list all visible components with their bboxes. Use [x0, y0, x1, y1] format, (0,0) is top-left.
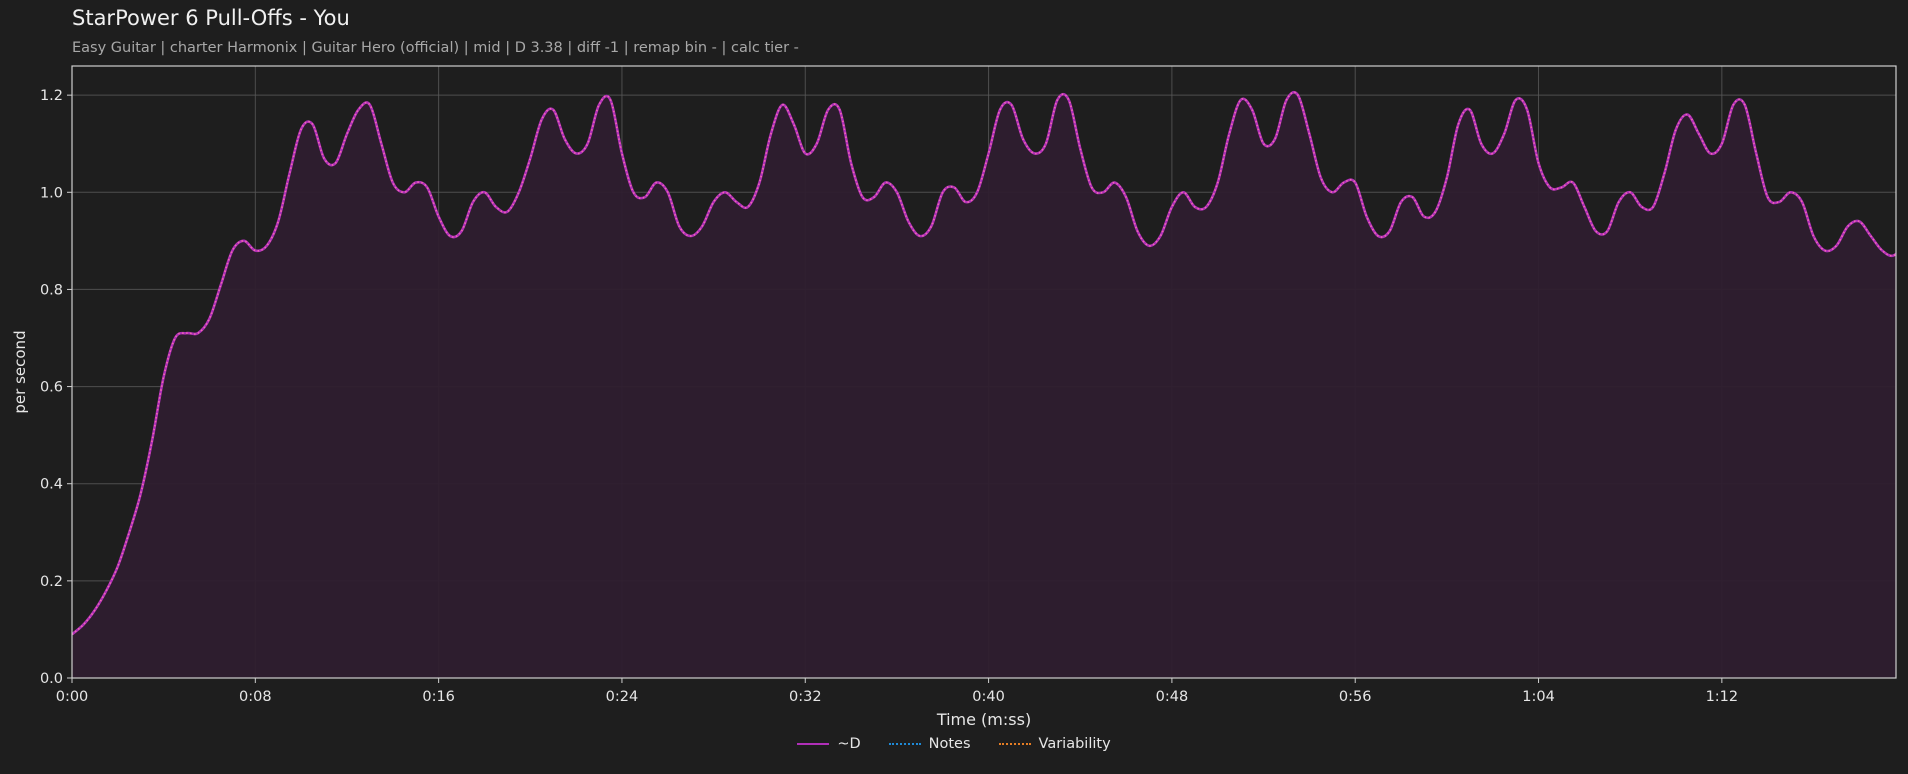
- legend-label-notes: Notes: [928, 736, 971, 752]
- series-d-area: [72, 92, 1896, 678]
- x-tick-label-5: 0:40: [972, 689, 1005, 705]
- x-tick-label-2: 0:16: [422, 689, 455, 705]
- x-tick-label-8: 1:04: [1522, 689, 1555, 705]
- legend: ~D Notes Variability: [0, 736, 1908, 752]
- x-tick-label-4: 0:32: [789, 689, 822, 705]
- legend-item-variability[interactable]: Variability: [998, 736, 1111, 752]
- legend-swatch-d: [797, 743, 830, 745]
- y-tick-label-3: 0.6: [40, 380, 63, 396]
- y-tick-label-0: 0.0: [40, 671, 63, 687]
- x-tick-label-6: 0:48: [1156, 689, 1189, 705]
- chart-canvas: 0:00 0:08 0:16 0:24 0:32 0:40 0:48 0:56 1:04 1:12…: [11, 65, 1897, 729]
- y-tick-label-2: 0.4: [40, 477, 63, 493]
- area-layer: [72, 90, 1896, 678]
- legend-label-d: ~D: [837, 736, 861, 752]
- x-tick-label-3: 0:24: [606, 689, 639, 705]
- y-axis-label: per second: [11, 330, 29, 413]
- legend-item-d[interactable]: ~D: [797, 736, 861, 752]
- y-tick-label-5: 1.0: [40, 185, 63, 201]
- legend-item-notes[interactable]: Notes: [888, 736, 971, 752]
- x-tick-label-1: 0:08: [239, 689, 272, 705]
- x-tick-label-7: 0:56: [1339, 689, 1372, 705]
- y-tick-label-6: 1.2: [40, 88, 63, 104]
- y-tick-label-4: 0.8: [40, 282, 63, 298]
- legend-swatch-variability: [998, 743, 1031, 745]
- x-tick-label-0: 0:00: [56, 689, 89, 705]
- x-axis-label: Time (m:ss): [936, 710, 1031, 729]
- legend-swatch-notes: [888, 743, 921, 745]
- y-tick-label-1: 0.2: [40, 574, 63, 590]
- x-tick-label-9: 1:12: [1706, 689, 1739, 705]
- legend-label-variability: Variability: [1038, 736, 1111, 752]
